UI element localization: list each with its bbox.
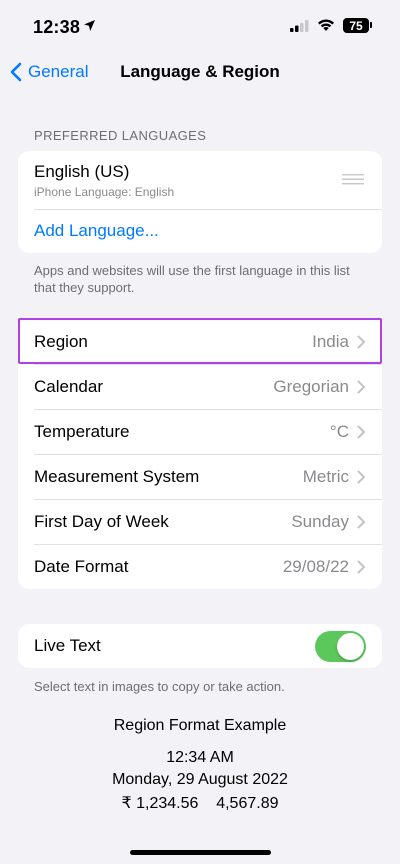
settings-row-calendar[interactable]: Calendar Gregorian — [18, 364, 382, 409]
home-indicator[interactable] — [130, 850, 271, 855]
preferred-languages-footer: Apps and websites will use the first lan… — [34, 263, 350, 295]
status-bar: 12:38 75 — [0, 0, 400, 52]
add-language-button[interactable]: Add Language... — [18, 209, 382, 253]
settings-row-label: Region — [34, 331, 88, 351]
live-text-row: Live Text — [18, 624, 382, 668]
live-text-group: Live Text — [18, 624, 382, 668]
settings-row-temperature[interactable]: Temperature °C — [18, 409, 382, 454]
region-format-example-title: Region Format Example — [113, 717, 287, 734]
language-row-english[interactable]: English (US) iPhone Language: English — [18, 151, 382, 209]
toggle-knob — [337, 632, 364, 660]
status-time: 12:38 — [33, 17, 81, 37]
live-text-footer: Select text in images to copy or take ac… — [34, 679, 285, 694]
preferred-languages-header: PREFERRED LANGUAGES — [34, 128, 207, 143]
battery-level: 75 — [349, 18, 363, 33]
chevron-right-icon — [357, 425, 365, 438]
settings-row-label: Measurement System — [34, 466, 200, 486]
settings-row-region[interactable]: Region India — [18, 319, 382, 364]
settings-row-first-day-of-week[interactable]: First Day of Week Sunday — [18, 499, 382, 544]
settings-row-measurement-system[interactable]: Measurement System Metric — [18, 454, 382, 499]
example-time: 12:34 AM — [166, 749, 234, 766]
chevron-right-icon — [357, 560, 365, 573]
settings-row-label: Temperature — [34, 421, 130, 441]
chevron-right-icon — [357, 515, 365, 528]
chevron-right-icon — [357, 380, 365, 393]
settings-row-value: Gregorian — [273, 376, 349, 396]
settings-row-value: 29/08/22 — [282, 556, 349, 576]
wifi-icon — [318, 19, 334, 31]
page-title-text: Language & Region — [120, 62, 280, 81]
settings-row-label: Calendar — [34, 376, 103, 396]
location-arrow-icon — [84, 20, 95, 31]
preferred-languages-group: English (US) iPhone Language: English Ad… — [18, 151, 382, 253]
battery-icon: 75 — [343, 18, 369, 33]
settings-row-date-format[interactable]: Date Format 29/08/22 — [18, 544, 382, 589]
settings-row-value: Metric — [302, 466, 349, 486]
settings-row-value: Sunday — [291, 511, 349, 531]
settings-row-label: Date Format — [34, 556, 129, 576]
settings-row-label: First Day of Week — [34, 511, 169, 531]
page-title: Language & Region — [0, 62, 400, 82]
chevron-right-icon — [357, 470, 365, 483]
example-numbers: ₹ 1,234.56 4,567.89 — [121, 795, 279, 812]
language-name: English (US) — [34, 161, 130, 181]
reorder-handle-icon[interactable] — [342, 174, 364, 185]
battery-tip — [370, 22, 372, 28]
language-subtitle: iPhone Language: English — [34, 184, 175, 199]
example-date: Monday, 29 August 2022 — [112, 771, 288, 788]
settings-row-value: India — [312, 331, 349, 351]
live-text-label: Live Text — [34, 636, 101, 655]
live-text-toggle[interactable] — [315, 630, 366, 662]
cellular-signal-icon — [290, 20, 309, 32]
settings-row-value: °C — [329, 421, 349, 441]
add-language-label: Add Language... — [34, 221, 159, 240]
chevron-right-icon — [357, 335, 365, 348]
region-settings-group: Region India Calendar Gregorian Temperat… — [18, 319, 382, 589]
